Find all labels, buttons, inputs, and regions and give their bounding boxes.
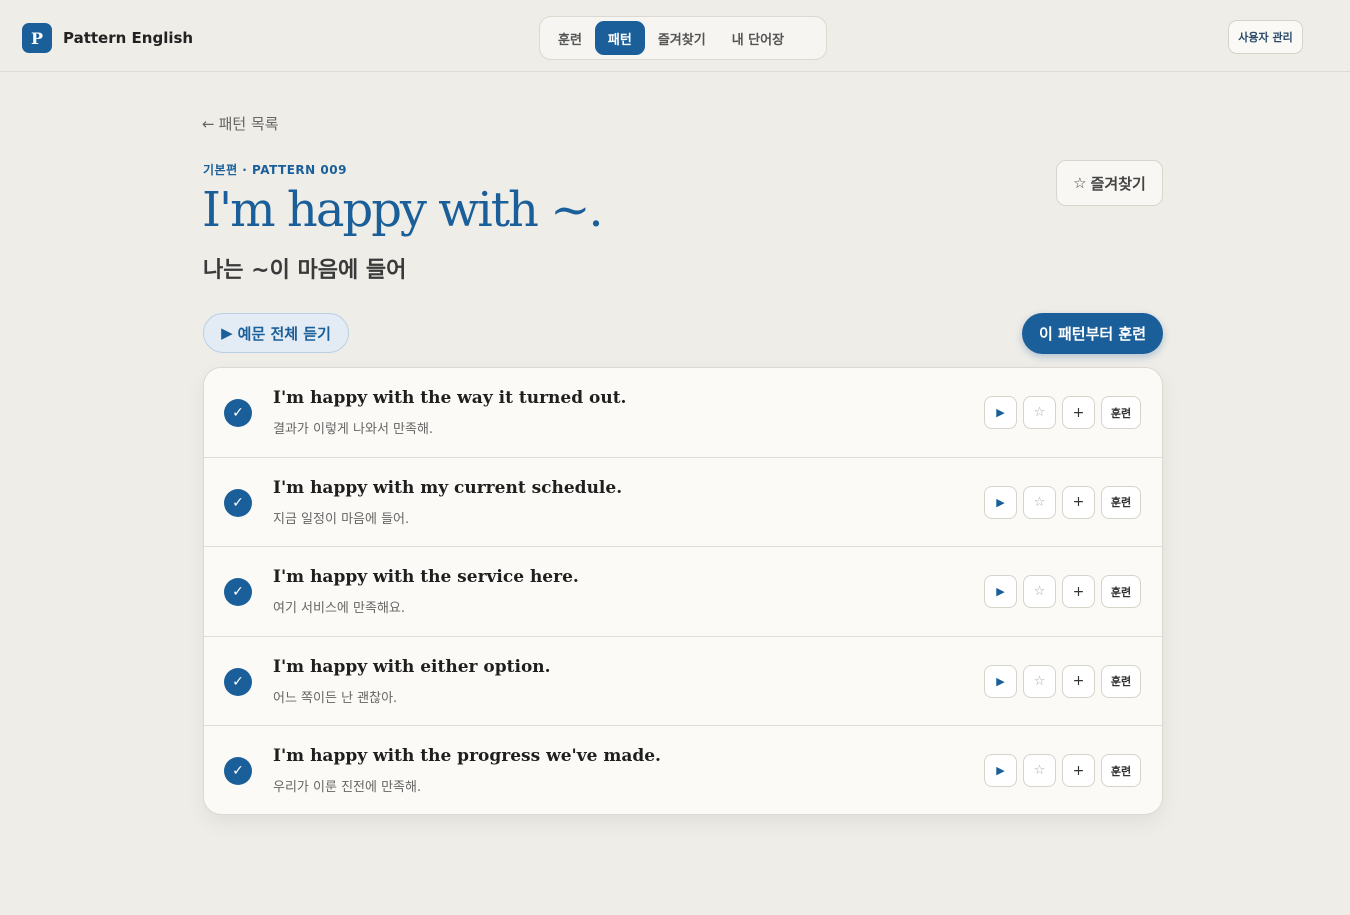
example-english: I'm happy with my current schedule. <box>273 477 623 498</box>
add-to-vocab-icon[interactable]: + <box>1062 575 1095 609</box>
star-icon[interactable]: ☆ <box>1023 485 1056 519</box>
example-english: I'm happy with either option. <box>273 656 551 677</box>
check-icon[interactable]: ✓ <box>224 578 252 607</box>
play-icon[interactable]: ▶ <box>984 664 1017 698</box>
favorite-button[interactable]: ☆ 즐겨찾기 <box>1056 160 1163 206</box>
star-icon[interactable]: ☆ <box>1023 754 1056 788</box>
back-link-label: 패턴 목록 <box>218 115 279 133</box>
train-from-pattern-button[interactable]: 이 패턴부터 훈련 <box>1022 313 1163 354</box>
nav-tab-patterns[interactable]: 패턴 <box>594 21 645 55</box>
example-row: ✓ I'm happy with my current schedule. 지금… <box>204 458 1162 548</box>
brand[interactable]: P Pattern English <box>22 23 193 53</box>
star-outline-icon: ☆ <box>1073 174 1087 192</box>
row-actions: ▶ ☆ + 훈련 <box>984 664 1141 698</box>
example-korean: 우리가 이룬 진전에 만족해. <box>273 780 422 796</box>
listen-all-label: 예문 전체 듣기 <box>237 324 331 343</box>
example-row: ✓ I'm happy with the service here. 여기 서비… <box>204 547 1162 637</box>
example-english: I'm happy with the service here. <box>273 567 579 588</box>
brand-logo: P <box>22 23 52 53</box>
nav-tab-training[interactable]: 훈련 <box>545 21 595 55</box>
back-to-pattern-list-link[interactable]: ← 패턴 목록 <box>202 113 279 134</box>
example-row: ✓ I'm happy with the way it turned out. … <box>204 368 1162 458</box>
example-korean: 여기 서비스에 만족해요. <box>273 601 405 617</box>
nav-tab-favorites[interactable]: 즐겨찾기 <box>645 21 719 55</box>
example-korean: 지금 일정이 마음에 들어. <box>273 511 410 527</box>
add-to-vocab-icon[interactable]: + <box>1062 396 1095 429</box>
nav-tab-vocabulary[interactable]: 내 단어장 <box>719 21 797 55</box>
example-english: I'm happy with the progress we've made. <box>273 746 661 767</box>
example-korean: 어느 쪽이든 난 괜찮아. <box>273 690 398 706</box>
example-korean: 결과가 이렇게 나와서 만족해. <box>273 422 434 437</box>
play-icon[interactable]: ▶ <box>984 754 1017 788</box>
add-to-vocab-icon[interactable]: + <box>1062 485 1095 519</box>
play-icon: ▶ <box>221 324 233 342</box>
star-icon[interactable]: ☆ <box>1023 396 1056 429</box>
check-icon[interactable]: ✓ <box>224 488 252 517</box>
favorite-button-label: 즐겨찾기 <box>1090 174 1146 193</box>
row-train-button[interactable]: 훈련 <box>1101 575 1141 609</box>
row-actions: ▶ ☆ + 훈련 <box>984 485 1141 519</box>
row-train-button[interactable]: 훈련 <box>1101 396 1141 429</box>
star-icon[interactable]: ☆ <box>1023 575 1056 609</box>
check-icon[interactable]: ✓ <box>224 667 252 696</box>
pattern-title: I'm happy with ~. <box>202 182 604 238</box>
row-actions: ▶ ☆ + 훈련 <box>984 754 1141 788</box>
example-row: ✓ I'm happy with the progress we've made… <box>204 726 1162 814</box>
add-to-vocab-icon[interactable]: + <box>1062 754 1095 788</box>
star-icon[interactable]: ☆ <box>1023 664 1056 698</box>
play-icon[interactable]: ▶ <box>984 485 1017 519</box>
play-icon[interactable]: ▶ <box>984 575 1017 609</box>
play-icon[interactable]: ▶ <box>984 396 1017 429</box>
check-icon[interactable]: ✓ <box>224 757 252 786</box>
back-arrow-icon: ← <box>202 114 215 133</box>
pattern-subtitle: 나는 ~이 마음에 들어 <box>203 258 407 283</box>
main-nav: 훈련 패턴 즐겨찾기 내 단어장 <box>539 16 827 60</box>
row-train-button[interactable]: 훈련 <box>1101 485 1141 519</box>
pattern-eyebrow: 기본편 · PATTERN 009 <box>203 163 347 177</box>
top-bar: P Pattern English 훈련 패턴 즐겨찾기 내 단어장 사용자 관… <box>0 0 1350 72</box>
add-to-vocab-icon[interactable]: + <box>1062 664 1095 698</box>
row-train-button[interactable]: 훈련 <box>1101 664 1141 698</box>
row-actions: ▶ ☆ + 훈련 <box>984 396 1141 429</box>
row-train-button[interactable]: 훈련 <box>1101 754 1141 788</box>
brand-name: Pattern English <box>63 29 194 47</box>
listen-all-button[interactable]: ▶ 예문 전체 듣기 <box>203 313 349 353</box>
user-management-button[interactable]: 사용자 관리 <box>1228 20 1303 54</box>
example-english: I'm happy with the way it turned out. <box>273 388 627 408</box>
example-list: ✓ I'm happy with the way it turned out. … <box>203 367 1163 815</box>
example-row: ✓ I'm happy with either option. 어느 쪽이든 난… <box>204 637 1162 727</box>
row-actions: ▶ ☆ + 훈련 <box>984 575 1141 609</box>
check-icon[interactable]: ✓ <box>224 399 252 427</box>
